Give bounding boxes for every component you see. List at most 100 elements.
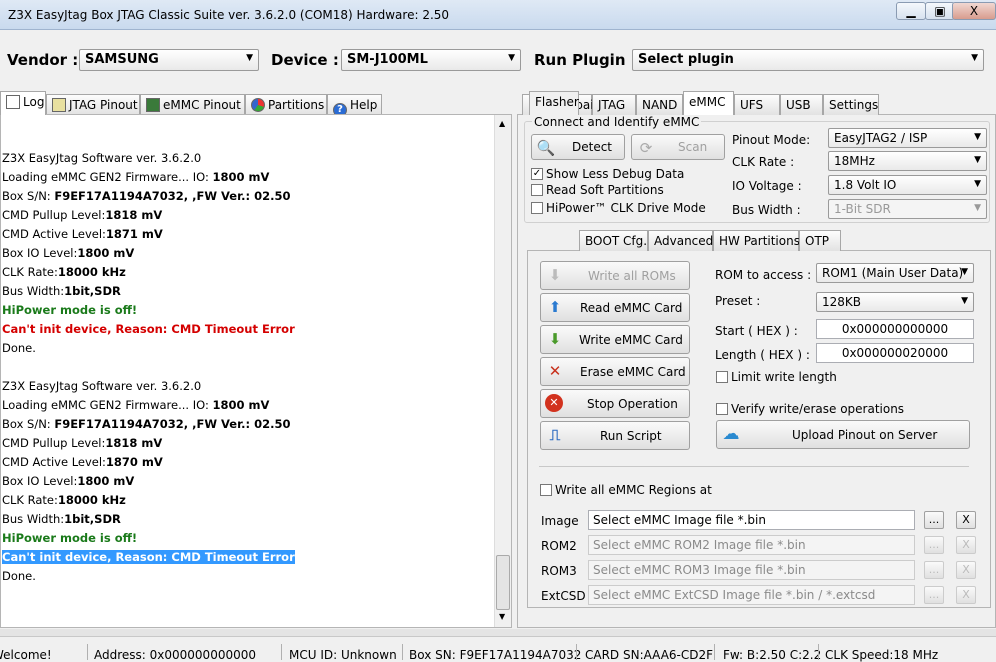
rom-access-select[interactable]: ROM1 (Main User Data) ▼ [816,263,974,283]
browse-button[interactable]: ... [924,536,944,554]
stop-operation-button[interactable]: ✕ Stop Operation [540,389,690,418]
tab-jtag-pinout-label: JTAG Pinout [69,98,138,112]
tab-ufs[interactable]: UFS [734,94,780,115]
start-hex-input[interactable]: 0x000000000000 [816,319,974,339]
length-hex-input[interactable]: 0x000000020000 [816,343,974,363]
soft-partitions-checkbox[interactable] [531,184,543,196]
tab-partitions[interactable]: Partitions [245,94,327,115]
write-all-roms-button[interactable]: ⬇ Write all ROMs [540,261,690,290]
search-icon: 🔍 [536,139,556,157]
close-button[interactable]: X [952,2,996,20]
vendor-select[interactable]: SAMSUNG ▼ [79,49,259,71]
maximize-button[interactable]: ▣ [925,2,955,20]
log-text: Done. [2,569,36,583]
vendor-label: Vendor : [7,51,79,69]
plugin-select[interactable]: Select plugin ▼ [632,49,984,71]
file-path-input[interactable]: Select eMMC Image file *.bin [588,510,915,530]
browse-button[interactable]: ... [924,511,944,529]
tab-advanced[interactable]: Advanced [648,230,713,251]
detect-button[interactable]: 🔍 Detect [531,134,625,160]
tab-otp[interactable]: OTP [799,230,841,251]
tab-log-label: Log [23,95,45,109]
clk-rate-label: CLK Rate : [732,155,795,169]
browse-button[interactable]: ... [924,586,944,604]
clear-button[interactable]: X [956,536,976,554]
read-emmc-button[interactable]: ⬆ Read eMMC Card [540,293,690,322]
log-line: Done. [2,567,36,585]
log-value: 1800 mV [77,474,135,488]
scroll-up-icon[interactable]: ▲ [499,119,505,128]
tab-flasher[interactable]: Flasher [529,91,579,115]
log-text: Box S/N: [2,189,55,203]
erase-emmc-button[interactable]: ✕ Erase eMMC Card [540,357,690,386]
log-line: Box IO Level:1800 mV [2,244,134,262]
divider [539,466,969,467]
clk-rate-select[interactable]: 18MHz ▼ [828,151,987,171]
limit-write-label: Limit write length [731,370,837,384]
less-debug-checkbox[interactable]: ✓ [531,168,543,180]
log-line: CLK Rate:18000 kHz [2,491,126,509]
tab-jtag-pinout[interactable]: JTAG Pinout [46,94,140,115]
clear-button[interactable]: X [956,586,976,604]
hipower-checkbox[interactable] [531,202,543,214]
plugin-label: Run Plugin : [534,51,637,69]
limit-write-checkbox[interactable] [716,371,728,383]
log-value: 1800 mV [212,170,270,184]
upload-arrow-icon: ⬆ [548,298,562,316]
bus-width-value: 1-Bit SDR [834,202,891,216]
clk-rate-value: 18MHz [834,154,875,168]
write-regions-checkbox[interactable] [540,484,552,496]
upload-pinout-button[interactable]: ☁ Upload Pinout on Server [716,420,970,449]
clear-button[interactable]: X [956,511,976,529]
tab-usb[interactable]: USB [780,94,823,115]
log-value: 1800 mV [77,246,135,260]
file-path-input[interactable]: Select eMMC ROM2 Image file *.bin [588,535,915,555]
tab-emmc-pinout[interactable]: eMMC Pinout [140,94,245,115]
close-icon: ✕ [548,362,562,380]
run-script-button[interactable]: ⎍ Run Script [540,421,690,450]
detect-label: Detect [572,140,613,154]
log-line: Loading eMMC GEN2 Firmware... IO: 1800 m… [2,396,269,414]
status-separator [576,644,577,660]
file-path-input[interactable]: Select eMMC ROM3 Image file *.bin [588,560,915,580]
tab-emmc[interactable]: eMMC [683,91,734,115]
device-label: Device : [271,51,339,69]
chip-icon [52,98,66,112]
pinout-mode-select[interactable]: EasyJTAG2 / ISP ▼ [828,128,987,148]
scan-button[interactable]: ⟳ Scan [631,134,725,160]
file-path-input[interactable]: Select eMMC ExtCSD Image file *.bin / *.… [588,585,915,605]
log-line: Can't init device, Reason: CMD Timeout E… [2,548,295,566]
bus-width-select[interactable]: 1-Bit SDR ▼ [828,199,987,219]
scroll-thumb[interactable] [496,555,510,610]
log-scrollbar[interactable]: ▲ ▼ [494,115,511,627]
write-all-roms-label: Write all ROMs [588,269,676,283]
log-value: 18000 kHz [57,493,126,507]
log-panel[interactable]: Z3X EasyJtag Software ver. 3.6.2.0 Loadin… [0,114,512,628]
connect-group-title: Connect and Identify eMMC [532,115,702,129]
tab-boot-cfg[interactable]: BOOT Cfg. [579,230,648,251]
device-select[interactable]: SM-J100ML ▼ [341,49,521,71]
write-emmc-button[interactable]: ⬇ Write eMMC Card [540,325,690,354]
tab-help[interactable]: ? Help [327,94,382,117]
log-text: CMD Pullup Level: [2,436,106,450]
preset-select[interactable]: 128KB ▼ [816,292,974,312]
scroll-down-icon[interactable]: ▼ [499,612,505,621]
scan-label: Scan [678,140,708,154]
clear-button[interactable]: X [956,561,976,579]
log-value: 1bit,SDR [64,284,121,298]
log-value: 1818 mV [105,436,163,450]
tab-nand[interactable]: NAND [636,94,683,115]
tab-jtag[interactable]: JTAG [592,94,636,115]
stop-operation-label: Stop Operation [587,397,678,411]
script-icon: ⎍ [549,426,561,444]
cloud-upload-icon: ☁ [722,424,740,444]
splitter[interactable] [0,629,996,636]
tab-settings[interactable]: Settings [823,94,879,115]
minimize-button[interactable]: ▁ [896,2,926,20]
io-voltage-select[interactable]: 1.8 Volt IO ▼ [828,175,987,195]
tab-hw-partitions[interactable]: HW Partitions [713,230,800,251]
log-text: CLK Rate: [2,265,58,279]
tab-log[interactable]: Log [0,91,46,115]
browse-button[interactable]: ... [924,561,944,579]
verify-checkbox[interactable] [716,403,728,415]
